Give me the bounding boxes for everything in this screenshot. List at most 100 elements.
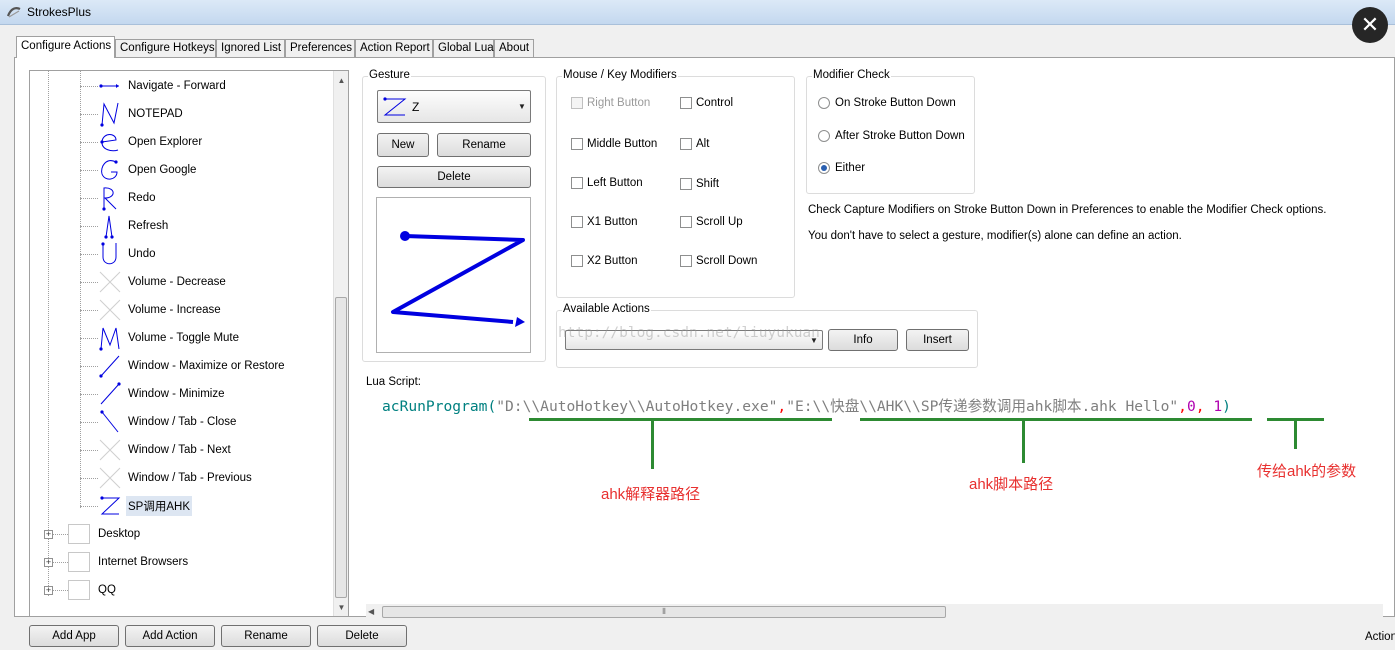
info-button[interactable]: Info	[828, 329, 898, 351]
gesture-diagonal-up-icon	[99, 355, 120, 378]
tree-item[interactable]: Window / Tab - Close	[98, 409, 238, 435]
tab-ignored-list[interactable]: Ignored List	[216, 39, 285, 57]
gesture-preview	[376, 197, 531, 353]
middle-button-checkbox[interactable]: Middle Button	[571, 138, 657, 150]
tree-item[interactable]: Window - Maximize or Restore	[98, 353, 287, 379]
either-radio[interactable]: Either	[818, 162, 865, 174]
gesture-up-down-icon	[104, 215, 114, 239]
tree-item[interactable]: NOTEPAD	[98, 101, 185, 127]
app-icon	[68, 552, 90, 572]
shift-checkbox[interactable]: Shift	[680, 178, 719, 190]
tree-item[interactable]: Undo	[98, 241, 158, 267]
script-paren-open: (	[487, 398, 497, 415]
tree-item[interactable]: Volume - Toggle Mute	[98, 325, 241, 351]
tree-item-app[interactable]: QQ	[68, 577, 118, 603]
checkbox-label: Middle Button	[587, 138, 658, 150]
gesture-hint-text: You don't have to select a gesture, modi…	[808, 230, 1182, 242]
lua-script-editor[interactable]: acRunProgram("D:\\AutoHotkey\\AutoHotkey…	[380, 393, 1383, 603]
tree-item-label: Volume - Decrease	[128, 276, 226, 288]
insert-button[interactable]: Insert	[906, 329, 969, 351]
after-stroke-down-radio[interactable]: After Stroke Button Down	[818, 130, 965, 142]
gesture-z-icon	[100, 496, 121, 515]
scroll-down-checkbox[interactable]: Scroll Down	[680, 255, 757, 267]
tab-global-lua[interactable]: Global Lua	[433, 39, 494, 57]
tree-item[interactable]: Open Google	[98, 157, 198, 183]
tree-item[interactable]: Window / Tab - Previous	[98, 465, 254, 491]
tree-item-label: Open Google	[128, 164, 197, 176]
no-gesture-icon	[99, 467, 121, 489]
tree-item-label: Redo	[128, 192, 156, 204]
left-button-checkbox[interactable]: Left Button	[571, 177, 643, 189]
tree-item[interactable]: Refresh	[98, 213, 170, 239]
add-app-button[interactable]: Add App	[29, 625, 119, 647]
script-comma: ,	[777, 398, 787, 415]
tab-about[interactable]: About	[494, 39, 534, 57]
tree-item-app[interactable]: Desktop	[68, 521, 142, 547]
tree-item-label: Refresh	[128, 220, 169, 232]
tree-item[interactable]: Volume - Increase	[98, 297, 223, 323]
gesture-group-label: Gesture	[368, 69, 411, 81]
x2-button-checkbox[interactable]: X2 Button	[571, 255, 638, 267]
no-gesture-icon	[99, 299, 121, 321]
gesture-u-icon	[101, 242, 117, 265]
control-checkbox[interactable]: Control	[680, 97, 733, 109]
watermark-text: http://blog.csdn.net/liuyukuan	[558, 325, 820, 341]
annotation-stem	[1294, 421, 1297, 449]
tree-item-app[interactable]: Internet Browsers	[68, 549, 190, 575]
annotation-params: 传给ahk的参数	[1257, 463, 1357, 480]
new-gesture-button[interactable]: New	[377, 133, 429, 157]
scroll-left-icon[interactable]: ◀	[368, 607, 374, 616]
expand-icon[interactable]: +	[44, 586, 53, 595]
action-tree[interactable]: Navigate - Forward NOTEPAD Open Explorer…	[29, 70, 349, 617]
right-button-checkbox[interactable]: Right Button	[571, 97, 650, 109]
tree-item-label: Window / Tab - Next	[128, 444, 231, 456]
scroll-up-icon[interactable]: ▲	[334, 73, 349, 88]
gesture-r-icon	[102, 187, 117, 211]
tree-item-selected[interactable]: SP调用AHK	[98, 493, 192, 519]
tree-item[interactable]: Volume - Decrease	[98, 269, 228, 295]
rename-gesture-button[interactable]: Rename	[437, 133, 531, 157]
script-line: acRunProgram("D:\\AutoHotkey\\AutoHotkey…	[382, 395, 1231, 416]
script-function: acRunProgram	[382, 398, 488, 415]
gesture-select[interactable]: Z ▼	[377, 90, 531, 123]
chevron-down-icon: ▼	[518, 102, 526, 111]
tab-configure-actions[interactable]: Configure Actions	[16, 36, 115, 58]
tab-preferences[interactable]: Preferences	[285, 39, 355, 57]
checkbox-label: X1 Button	[587, 216, 638, 228]
tab-action-report[interactable]: Action Report	[355, 39, 433, 57]
on-stroke-down-radio[interactable]: On Stroke Button Down	[818, 97, 956, 109]
scroll-up-checkbox[interactable]: Scroll Up	[680, 216, 743, 228]
tree-item-label: Internet Browsers	[98, 556, 189, 568]
checkbox-label: Left Button	[587, 177, 643, 189]
script-h-scroll-thumb[interactable]: ⦀	[382, 606, 946, 618]
tree-item[interactable]: Window / Tab - Next	[98, 437, 233, 463]
x1-button-checkbox[interactable]: X1 Button	[571, 216, 638, 228]
close-icon[interactable]: ✕	[1352, 7, 1388, 43]
tree-scroll-thumb[interactable]	[335, 297, 347, 598]
rename-button[interactable]: Rename	[221, 625, 311, 647]
radio-label: Either	[835, 162, 866, 174]
tree-item[interactable]: Window - Minimize	[98, 381, 227, 407]
script-paren-close: )	[1222, 398, 1231, 415]
tree-item[interactable]: Redo	[98, 185, 158, 211]
tree-item[interactable]: Open Explorer	[98, 129, 204, 155]
tree-item-label: Volume - Toggle Mute	[128, 332, 240, 344]
delete-gesture-button[interactable]: Delete	[377, 166, 531, 188]
annotation-interpreter-path: ahk解释器路径	[601, 486, 701, 503]
scroll-down-icon[interactable]: ▼	[334, 600, 349, 615]
script-comma: ,	[1195, 398, 1214, 415]
gesture-e-icon	[100, 134, 119, 152]
app-logo-icon	[6, 7, 21, 18]
gesture-diagonal-close-icon	[100, 410, 119, 433]
gesture-line-right-icon	[99, 84, 119, 88]
script-num-1: 1	[1213, 398, 1223, 415]
delete-button[interactable]: Delete	[317, 625, 407, 647]
checkbox-label: Shift	[696, 178, 720, 190]
add-action-button[interactable]: Add Action	[125, 625, 215, 647]
annotation-script-path: ahk脚本路径	[969, 476, 1054, 493]
expand-icon[interactable]: +	[44, 530, 53, 539]
tab-configure-hotkeys[interactable]: Configure Hotkeys	[115, 39, 216, 57]
tree-item[interactable]: Navigate - Forward	[98, 73, 228, 99]
expand-icon[interactable]: +	[44, 558, 53, 567]
alt-checkbox[interactable]: Alt	[680, 138, 709, 150]
